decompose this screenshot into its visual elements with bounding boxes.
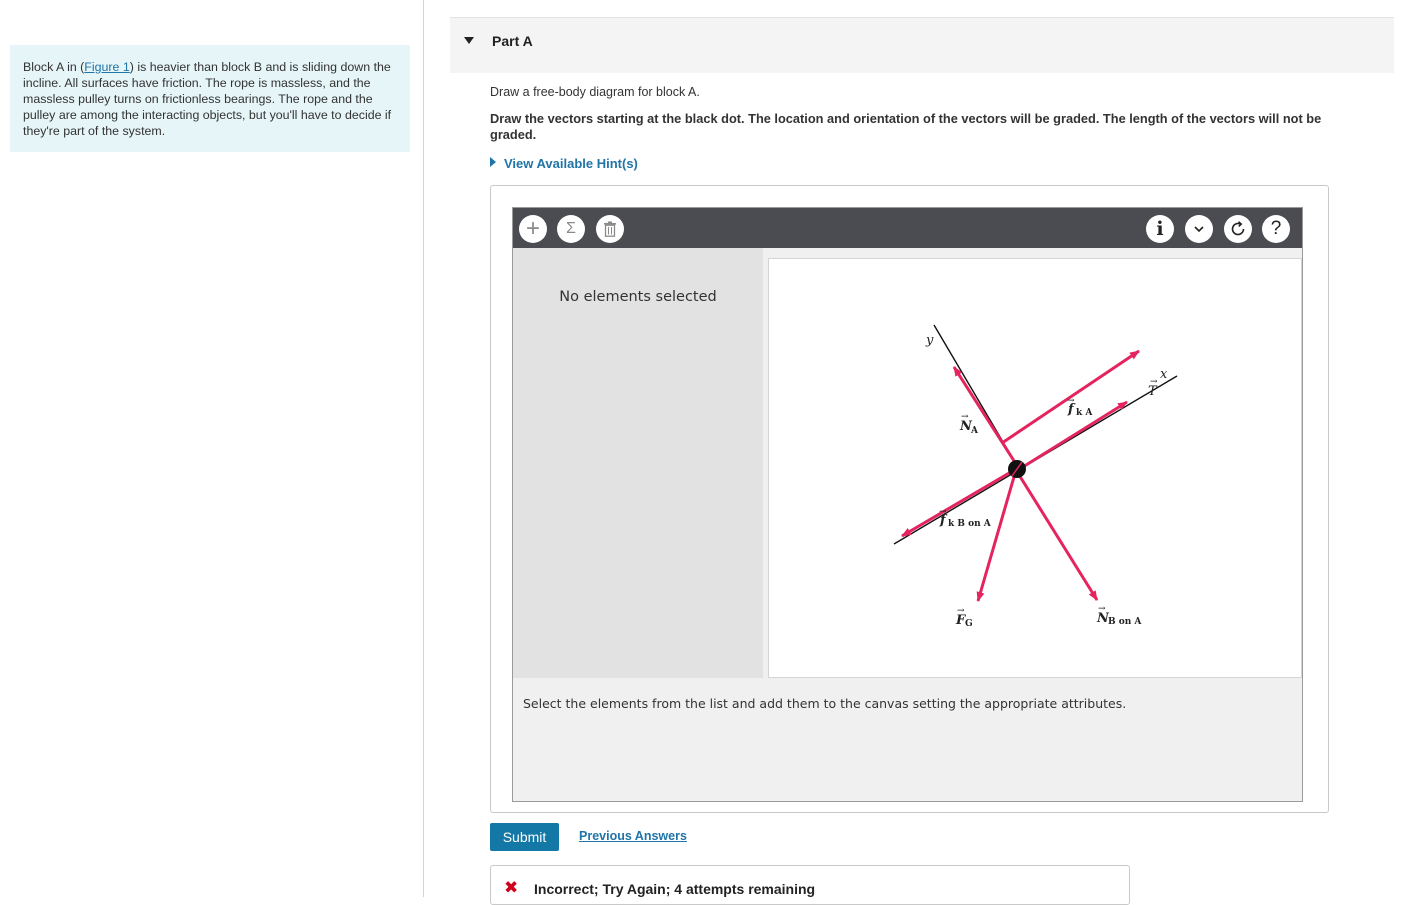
svg-text:A: A bbox=[970, 426, 979, 436]
incorrect-x-icon: ✖ bbox=[504, 878, 519, 897]
problem-statement: Block A in (Figure 1) is heavier than bl… bbox=[10, 45, 410, 152]
feedback-text: Incorrect; Try Again; 4 attempts remaini… bbox=[534, 881, 816, 897]
sigma-button[interactable]: Σ bbox=[557, 215, 585, 243]
delete-button[interactable] bbox=[596, 215, 624, 243]
svg-text:→: → bbox=[1098, 604, 1106, 614]
part-title[interactable]: Part A bbox=[492, 33, 533, 49]
label-n-b-on-a: N B on A → bbox=[1096, 604, 1142, 627]
svg-text:→: → bbox=[939, 507, 947, 517]
label-n-a: N A → bbox=[959, 412, 979, 436]
collapse-caret-icon[interactable] bbox=[464, 37, 474, 44]
sigma-icon: Σ bbox=[566, 220, 576, 237]
chevron-down-icon bbox=[1194, 226, 1204, 233]
no-selection-message: No elements selected bbox=[559, 289, 717, 305]
add-element-button[interactable]: + bbox=[519, 215, 547, 243]
trash-icon bbox=[604, 221, 616, 237]
plus-icon: + bbox=[525, 215, 540, 242]
help-button[interactable]: ? bbox=[1262, 215, 1290, 243]
label-f-g: F G → bbox=[955, 606, 973, 629]
problem-text-before: Block A in ( bbox=[23, 60, 85, 74]
previous-answers-link[interactable]: Previous Answers bbox=[579, 829, 687, 843]
info-icon: i bbox=[1156, 218, 1164, 240]
column-divider bbox=[423, 0, 424, 897]
options-dropdown-button[interactable] bbox=[1185, 215, 1213, 243]
tool-toolbar bbox=[513, 208, 1302, 248]
x-axis-label: x bbox=[1160, 367, 1168, 382]
free-body-diagram[interactable]: y x f k A → T → N A → f k B on A → F G →… bbox=[768, 258, 1302, 678]
instruction-text: Draw a free-body diagram for block A. bbox=[490, 85, 700, 99]
y-axis-label: y bbox=[925, 333, 934, 348]
select-elements-message: Select the elements from the list and ad… bbox=[523, 696, 1127, 711]
svg-text:k A: k A bbox=[1076, 408, 1093, 418]
svg-text:→: → bbox=[1067, 396, 1075, 406]
figure-link[interactable]: Figure 1 bbox=[84, 60, 129, 74]
label-t: T → bbox=[1148, 377, 1158, 399]
svg-text:→: → bbox=[1150, 377, 1158, 387]
reset-icon bbox=[1231, 221, 1245, 236]
svg-text:→: → bbox=[961, 412, 969, 422]
submit-button[interactable]: Submit bbox=[490, 823, 559, 851]
help-icon: ? bbox=[1270, 218, 1282, 239]
svg-text:→: → bbox=[957, 606, 965, 616]
expand-arrow-icon bbox=[490, 157, 496, 167]
view-hints-label: View Available Hint(s) bbox=[504, 156, 638, 171]
svg-text:B on A: B on A bbox=[1108, 617, 1142, 627]
element-properties-panel bbox=[513, 248, 763, 678]
svg-text:G: G bbox=[965, 619, 973, 629]
reset-button[interactable] bbox=[1224, 215, 1252, 243]
svg-text:k B on A: k B on A bbox=[948, 519, 992, 529]
info-button[interactable]: i bbox=[1146, 215, 1174, 243]
label-f-k-a: f k A → bbox=[1067, 396, 1093, 418]
vector-labels: f k A → T → N A → f k B on A → F G → N B… bbox=[939, 377, 1158, 629]
part-header[interactable] bbox=[450, 17, 1394, 73]
view-hints-link[interactable]: View Available Hint(s) bbox=[490, 156, 638, 171]
vector-n-b-on-a[interactable] bbox=[1014, 469, 1099, 601]
instruction-bold-text: Draw the vectors starting at the black d… bbox=[490, 111, 1322, 142]
